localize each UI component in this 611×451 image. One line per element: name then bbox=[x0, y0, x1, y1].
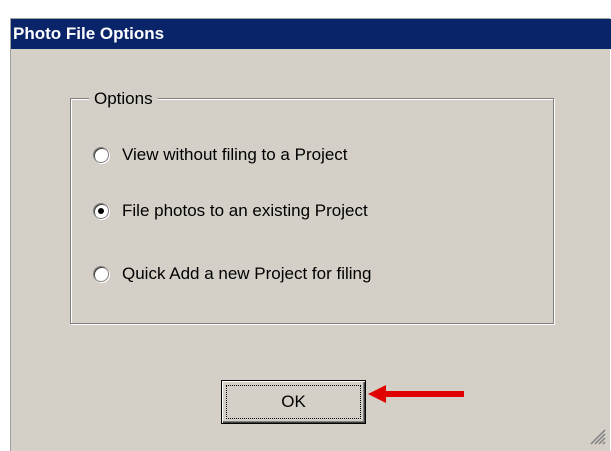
radio-label: View without filing to a Project bbox=[122, 145, 348, 164]
ok-button[interactable]: OK bbox=[221, 380, 366, 424]
arrow-left-icon bbox=[368, 385, 464, 403]
radio-button-selected[interactable] bbox=[93, 203, 109, 219]
radio-file-to-existing-project[interactable]: File photos to an existing Project bbox=[93, 199, 368, 223]
radio-quick-add-project[interactable]: Quick Add a new Project for filing bbox=[93, 262, 371, 286]
radio-button[interactable] bbox=[93, 147, 109, 163]
dialog-title: Photo File Options bbox=[13, 24, 165, 43]
radio-button[interactable] bbox=[93, 266, 109, 282]
radio-label: Quick Add a new Project for filing bbox=[122, 264, 372, 283]
radio-label: File photos to an existing Project bbox=[122, 201, 368, 220]
radio-view-without-filing[interactable]: View without filing to a Project bbox=[93, 143, 348, 167]
resize-grip-icon[interactable] bbox=[588, 427, 606, 445]
title-bar[interactable]: Photo File Options bbox=[11, 19, 611, 49]
radio-selected-dot bbox=[98, 208, 104, 214]
dialog-window: Photo File Options Options View without … bbox=[10, 18, 611, 451]
options-group-label: Options bbox=[89, 89, 158, 109]
